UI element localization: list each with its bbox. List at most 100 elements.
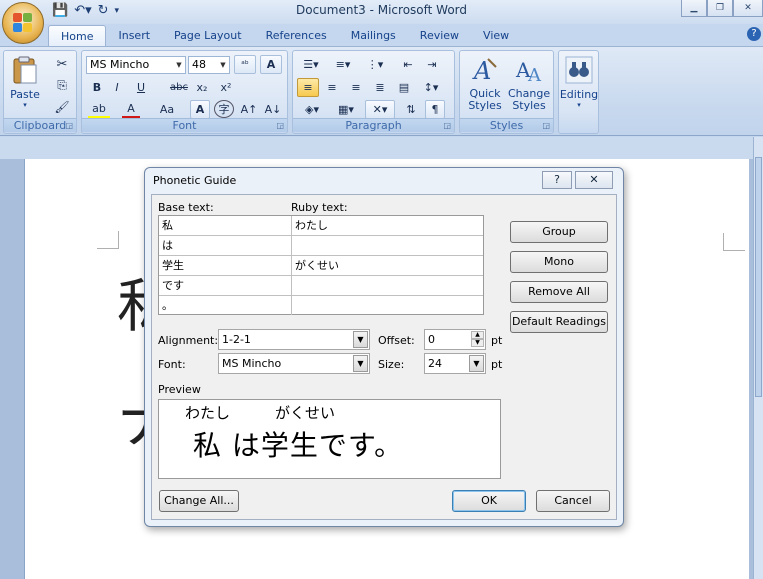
offset-spinner[interactable]: 0 ▲ ▼ — [424, 329, 486, 350]
editing-button[interactable]: Editing ▾ — [560, 55, 598, 109]
bold-button[interactable]: B — [88, 78, 106, 97]
paragraph-launcher-icon[interactable]: ◲ — [443, 121, 451, 130]
distributed-icon[interactable]: ▤ — [393, 78, 415, 97]
cut-icon[interactable]: ✂ — [52, 55, 72, 74]
tab-view[interactable]: View — [471, 25, 521, 47]
base-text-cell[interactable]: 。 — [159, 296, 292, 315]
sort-icon[interactable]: ⇅ — [401, 100, 421, 119]
dialog-body: Base text: Ruby text: 私 わたし は 学生 がくせい です… — [151, 194, 617, 520]
change-styles-icon: A A — [515, 58, 542, 85]
help-icon[interactable]: ? — [747, 27, 761, 41]
ruby-text-cell[interactable]: がくせい — [292, 256, 483, 275]
tab-home[interactable]: Home — [48, 25, 107, 47]
change-all-button[interactable]: Change All... — [159, 490, 239, 512]
numbering-icon[interactable]: ≡▾ — [329, 55, 357, 74]
font-size-combo[interactable]: 48 ▼ — [188, 56, 230, 74]
office-button[interactable] — [2, 2, 44, 44]
copy-icon[interactable]: ⎘ — [52, 76, 72, 95]
clipboard-group: Paste ▾ ✂ ⎘ 🖌 Clipboard ◲ — [3, 50, 77, 134]
change-case-icon[interactable]: ᵃᵇ — [234, 55, 256, 74]
paste-button[interactable]: Paste ▾ — [10, 55, 40, 109]
offset-spin-icon[interactable]: ▲ ▼ — [471, 331, 484, 348]
clear-formatting-icon[interactable]: A — [260, 55, 282, 74]
chevron-down-icon: ▼ — [353, 331, 368, 348]
italic-button[interactable]: I — [108, 78, 126, 97]
tab-insert[interactable]: Insert — [106, 25, 162, 47]
paragraph-label: Paragraph — [293, 118, 454, 132]
quick-styles-button[interactable]: A Quick Styles — [464, 55, 506, 112]
character-shading-button[interactable]: A — [190, 100, 210, 119]
editing-group: Editing ▾ — [558, 50, 599, 134]
paragraph-group: ☰▾ ≡▾ ⋮▾ ⇤ ⇥ ≡ ≡ ≡ ≣ ▤ ↕▾ ◈▾ ▦▾ ✕▾ ⇅ ¶ P… — [292, 50, 455, 134]
enclose-characters-button[interactable]: 字 — [214, 100, 234, 118]
decrease-indent-icon[interactable]: ⇤ — [397, 55, 419, 74]
ruby-text-cell[interactable] — [292, 276, 483, 295]
change-styles-button[interactable]: A A Change Styles — [508, 55, 550, 112]
chevron-down-icon: ▼ — [469, 355, 484, 372]
window-title: Document3 - Microsoft Word — [295, 3, 468, 17]
base-text-cell[interactable]: は — [159, 236, 292, 255]
grid-row: 学生 がくせい — [159, 256, 483, 276]
line-spacing-icon[interactable]: ↕▾ — [417, 78, 445, 97]
align-right-icon[interactable]: ≡ — [345, 78, 367, 97]
clipboard-launcher-icon[interactable]: ◲ — [65, 121, 73, 130]
multilevel-list-icon[interactable]: ⋮▾ — [361, 55, 389, 74]
decrease-font-button[interactable]: A↓ — [262, 100, 284, 119]
tab-page-layout[interactable]: Page Layout — [162, 25, 254, 47]
font-name-combo[interactable]: MS Mincho ▼ — [86, 56, 186, 74]
ruby-text-label: Ruby text: — [291, 201, 348, 214]
increase-indent-icon[interactable]: ⇥ — [421, 55, 443, 74]
ruby-text-cell[interactable] — [292, 236, 483, 255]
underline-button[interactable]: U — [130, 78, 152, 97]
align-left-icon[interactable]: ≡ — [297, 78, 319, 97]
increase-font-button[interactable]: A↑ — [238, 100, 260, 119]
show-formatting-icon[interactable]: ¶ — [425, 100, 445, 119]
scroll-thumb[interactable] — [755, 157, 762, 397]
base-text-cell[interactable]: 学生 — [159, 256, 292, 275]
default-readings-button[interactable]: Default Readings — [510, 311, 608, 333]
font-select[interactable]: MS Mincho ▼ — [218, 353, 370, 374]
ok-button[interactable]: OK — [452, 490, 526, 512]
format-painter-icon[interactable]: 🖌 — [52, 97, 72, 116]
styles-launcher-icon[interactable]: ◲ — [542, 121, 550, 130]
subscript-button[interactable]: x₂ — [192, 78, 212, 97]
bullets-icon[interactable]: ☰▾ — [297, 55, 325, 74]
dialog-close-button[interactable]: ✕ — [575, 171, 613, 189]
dialog-title: Phonetic Guide — [153, 174, 237, 187]
asian-layout-icon[interactable]: ✕▾ — [365, 100, 395, 119]
highlight-icon[interactable]: ab — [88, 100, 110, 119]
font-color-button[interactable]: A — [122, 100, 140, 119]
ruby-text-cell[interactable] — [292, 296, 483, 315]
cancel-button[interactable]: Cancel — [536, 490, 610, 512]
size-select[interactable]: 24 ▼ — [424, 353, 486, 374]
superscript-button[interactable]: x² — [216, 78, 236, 97]
align-center-icon[interactable]: ≡ — [321, 78, 343, 97]
group-button[interactable]: Group — [510, 221, 608, 243]
close-window-icon[interactable]: ✕ — [733, 0, 763, 17]
base-text-cell[interactable]: 私 — [159, 216, 292, 235]
vertical-scrollbar[interactable] — [753, 137, 763, 579]
alignment-select[interactable]: 1-2-1 ▼ — [218, 329, 370, 350]
margin-corner-mark-right — [723, 233, 745, 251]
tab-references[interactable]: References — [254, 25, 339, 47]
font-launcher-icon[interactable]: ◲ — [276, 121, 284, 130]
tab-mailings[interactable]: Mailings — [339, 25, 408, 47]
justify-icon[interactable]: ≣ — [369, 78, 391, 97]
minimize-icon[interactable]: ▁ — [681, 0, 707, 17]
shading-icon[interactable]: ◈▾ — [297, 100, 327, 119]
grid-row: 。 — [159, 296, 483, 316]
styles-label: Styles — [460, 118, 553, 132]
dialog-help-button[interactable]: ? — [542, 171, 572, 189]
tab-review[interactable]: Review — [408, 25, 471, 47]
ruby-text-cell[interactable]: わたし — [292, 216, 483, 235]
remove-all-button[interactable]: Remove All — [510, 281, 608, 303]
restore-icon[interactable]: ❐ — [707, 0, 733, 17]
mono-button[interactable]: Mono — [510, 251, 608, 273]
borders-icon[interactable]: ▦▾ — [331, 100, 361, 119]
base-text-cell[interactable]: です — [159, 276, 292, 295]
preview-ruby-2: がくせい — [275, 404, 336, 422]
grow-font-button[interactable]: Aa — [154, 100, 180, 119]
grid-row: 私 わたし — [159, 216, 483, 236]
strikethrough-button[interactable]: abc — [168, 78, 190, 97]
chevron-down-icon: ▼ — [353, 355, 368, 372]
